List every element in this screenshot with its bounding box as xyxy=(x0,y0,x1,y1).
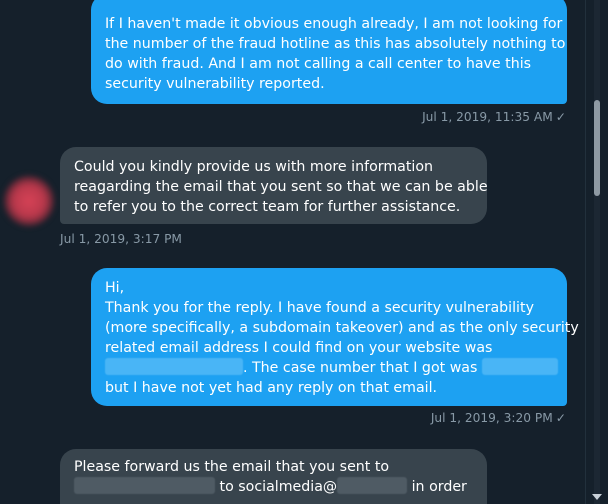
message-sent[interactable]: If I haven't made it obvious enough alre… xyxy=(91,0,567,104)
message-text: security vulnerability reported. xyxy=(105,76,325,92)
message-timestamp: Jul 1, 2019, 11:35 AM ✓ xyxy=(422,109,566,125)
scroll-down-icon[interactable] xyxy=(592,494,602,500)
message-text-fragment: to socialmedia@ xyxy=(219,479,338,495)
message-text: (more specifically, a subdomain takeover… xyxy=(105,320,579,336)
message-sent[interactable]: Hi, Thank you for the reply. I have foun… xyxy=(91,268,579,406)
message-text: If I haven't made it obvious enough alre… xyxy=(105,16,563,32)
message-timestamp: Jul 1, 2019, 3:20 PM ✓ xyxy=(431,410,566,426)
message-text-fragment: in order xyxy=(407,479,467,495)
message-text: to socialmedia@ in order xyxy=(74,477,473,497)
redacted-domain xyxy=(337,477,408,494)
scrollbar[interactable] xyxy=(586,0,608,504)
message-text: Thank you for the reply. I have found a … xyxy=(105,300,534,316)
conversation-view: If I haven't made it obvious enough alre… xyxy=(0,0,608,504)
scrollbar-thumb[interactable] xyxy=(594,100,600,196)
message-received[interactable]: Please forward us the email that you sen… xyxy=(60,449,487,504)
redacted-email xyxy=(105,358,243,375)
timestamp-text: Jul 1, 2019, 3:17 PM xyxy=(60,232,182,246)
message-timestamp: Jul 1, 2019, 3:17 PM xyxy=(60,231,182,247)
timestamp-text: Jul 1, 2019, 11:35 AM xyxy=(422,110,553,124)
avatar[interactable] xyxy=(4,176,54,226)
message-text: reagarding the email that you sent so th… xyxy=(74,179,488,195)
redacted-email xyxy=(74,477,215,494)
message-text: Hi, xyxy=(105,280,125,296)
message-text: the number of the fraud hotline as this … xyxy=(105,36,566,52)
timestamp-text: Jul 1, 2019, 3:20 PM xyxy=(430,411,553,425)
check-icon: ✓ xyxy=(555,110,566,124)
message-received[interactable]: Could you kindly provide us with more in… xyxy=(60,147,488,224)
message-text: to refer you to the correct team for fur… xyxy=(74,199,461,215)
message-text: do with fraud. And I am not calling a ca… xyxy=(105,56,532,72)
message-text: Please forward us the email that you sen… xyxy=(74,459,390,475)
message-text: Could you kindly provide us with more in… xyxy=(74,159,434,175)
scrollbar-track[interactable] xyxy=(594,0,600,504)
message-text-fragment: . The case number that I got was xyxy=(243,360,478,376)
message-text: related email address I could find on yo… xyxy=(105,340,493,356)
check-icon: ✓ xyxy=(555,411,566,425)
message-text: but I have not yet had any reply on that… xyxy=(105,380,438,396)
message-text: . The case number that I got was xyxy=(105,358,558,378)
redacted-case-number xyxy=(481,358,558,375)
